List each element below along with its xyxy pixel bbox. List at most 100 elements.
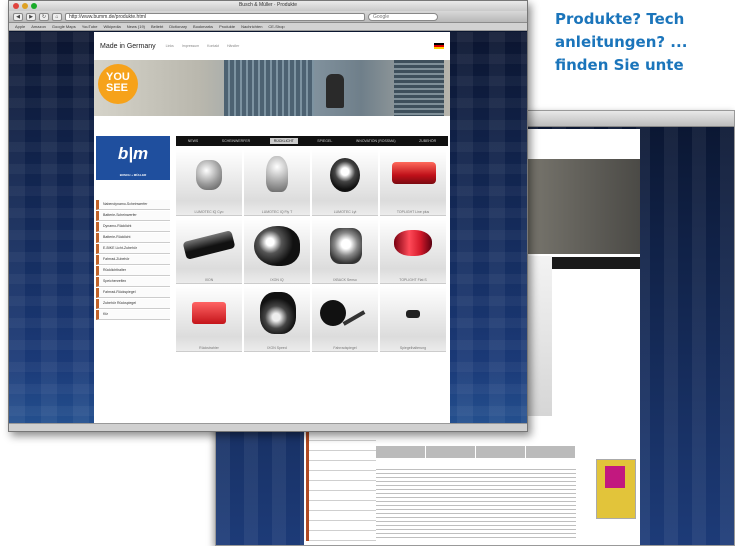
sidebar-item[interactable]: Zubehör Rückspiegel bbox=[96, 299, 170, 309]
category-tab[interactable]: ZUBEHÖR bbox=[415, 138, 440, 144]
page-background: Made in Germany Links Impressum Kontakt … bbox=[9, 32, 527, 425]
product-label: LUMOTEC IQ Fly T bbox=[261, 210, 293, 214]
bookmark-item[interactable]: Produkte bbox=[219, 24, 235, 29]
product-tile[interactable]: Fahrradspiegel bbox=[312, 286, 378, 352]
taillight-icon bbox=[392, 162, 436, 184]
tab[interactable] bbox=[376, 446, 426, 458]
top-nav-link[interactable]: Links bbox=[166, 44, 174, 48]
site-header: Made in Germany Links Impressum Kontakt … bbox=[94, 32, 450, 60]
top-nav-link[interactable]: Impressum bbox=[182, 44, 199, 48]
sidebar-item[interactable]: E-BIKE Licht-Zubehör bbox=[96, 244, 170, 254]
product-label: Rückstrahler bbox=[199, 346, 219, 350]
headlight-icon bbox=[254, 226, 300, 266]
bookmarks-bar: Apple Amazon Google Maps YouTube Wikiped… bbox=[9, 23, 527, 31]
bookmark-item[interactable]: Amazon bbox=[31, 24, 46, 29]
product-label: LUMOTEC IQ Cyo bbox=[194, 210, 224, 214]
second-window-sidebar bbox=[306, 421, 376, 541]
address-bar[interactable]: http://www.bumm.de/produkte.html bbox=[65, 12, 365, 21]
brand-logo[interactable]: b|m BUSCH + MÜLLER bbox=[96, 136, 170, 180]
bookmark-item[interactable]: Wikipedia bbox=[103, 24, 120, 29]
headlight-icon bbox=[330, 228, 362, 264]
mirror-arm-icon bbox=[342, 310, 366, 326]
sidebar-item[interactable]: Dynamo-Rücklicht bbox=[96, 222, 170, 232]
product-tile[interactable]: TOPLIGHT Line plus bbox=[380, 150, 446, 216]
reload-button[interactable]: ↻ bbox=[39, 12, 49, 21]
you-see-badge: YOU SEE bbox=[98, 64, 138, 104]
sidebar-item[interactable]: Nabendynamo-Scheinwerfer bbox=[96, 200, 170, 210]
bookmark-item[interactable]: Dictionary bbox=[169, 24, 187, 29]
category-tab[interactable]: NEWS bbox=[184, 138, 203, 144]
caption-line-1: Produkte? Tech bbox=[555, 10, 685, 28]
product-label: TOPLIGHT Flat S bbox=[399, 278, 427, 282]
product-tile[interactable]: LUMOTEC Lyt bbox=[312, 150, 378, 216]
top-nav: Links Impressum Kontakt Händler bbox=[166, 44, 240, 48]
headlight-icon bbox=[182, 230, 236, 260]
product-label: IXON IQ bbox=[270, 278, 284, 282]
headlight-icon bbox=[196, 160, 222, 190]
product-tile[interactable]: Spiegelhalterung bbox=[380, 286, 446, 352]
bookmark-item[interactable]: Beliebt bbox=[151, 24, 163, 29]
sidebar-menu: Nabendynamo-Scheinwerfer Batterie-Schein… bbox=[96, 200, 170, 321]
category-tab[interactable]: SCHEINWERFER bbox=[218, 138, 254, 144]
made-in-germany-label: Made in Germany bbox=[100, 42, 156, 50]
category-tab-active[interactable]: RÜCKLICHT bbox=[269, 138, 298, 144]
product-tile[interactable]: TOPLIGHT Flat S bbox=[380, 218, 446, 284]
taillight-icon bbox=[394, 230, 432, 256]
caption: Produkte? Tech anleitungen? ... finden S… bbox=[555, 8, 735, 77]
product-tile[interactable]: IXBACK Senso bbox=[312, 218, 378, 284]
sidebar-item[interactable]: Fahrrad-Rückspiegel bbox=[96, 288, 170, 298]
german-flag-icon[interactable] bbox=[434, 43, 444, 49]
bookmark-item[interactable]: Google Maps bbox=[52, 24, 76, 29]
product-tile[interactable]: Rückstrahler bbox=[176, 286, 242, 352]
product-tile[interactable]: LUMOTEC IQ Cyo bbox=[176, 150, 242, 216]
headlight-icon bbox=[330, 158, 360, 192]
sidebar-item[interactable]: Batterie-Rücklicht bbox=[96, 233, 170, 243]
product-tile[interactable]: IXON IQ bbox=[244, 218, 310, 284]
sidebar-item[interactable]: Speichenreflex bbox=[96, 277, 170, 287]
website-page: Made in Germany Links Impressum Kontakt … bbox=[94, 32, 450, 425]
category-tab[interactable]: SPIEGEL bbox=[313, 138, 336, 144]
headlight-icon bbox=[266, 156, 288, 192]
browser-window: Busch & Müller · Produkte ◀ ▶ ↻ ⌂ http:/… bbox=[8, 0, 528, 432]
product-label: Fahrradspiegel bbox=[333, 346, 357, 350]
product-label: TOPLIGHT Line plus bbox=[396, 210, 430, 214]
bookmark-item[interactable]: Bookmarks bbox=[193, 24, 213, 29]
hero-banner: YOU SEE bbox=[94, 60, 450, 116]
sidebar-item[interactable]: Batterie-Scheinwerfer bbox=[96, 211, 170, 221]
sidebar-item[interactable]: Rücklichthalter bbox=[96, 266, 170, 276]
bookmark-item[interactable]: News (19) bbox=[127, 24, 145, 29]
tab[interactable] bbox=[476, 446, 526, 458]
top-nav-link[interactable]: Händler bbox=[227, 44, 239, 48]
category-tab[interactable]: INNOVATION (ROSSMA) bbox=[352, 138, 400, 144]
product-tile[interactable]: IXON Speed bbox=[244, 286, 310, 352]
building-image bbox=[224, 60, 314, 116]
back-button[interactable]: ◀ bbox=[13, 12, 23, 21]
tab[interactable] bbox=[426, 446, 476, 458]
sidebar-item[interactable]: Kfz bbox=[96, 310, 170, 320]
bookmark-item[interactable]: Nachrichten bbox=[241, 24, 262, 29]
caption-line-2: anleitungen? ... bbox=[555, 33, 688, 51]
product-label: IXBACK Senso bbox=[333, 278, 357, 282]
bookmark-item[interactable]: Apple bbox=[15, 24, 25, 29]
caption-line-3: finden Sie unte bbox=[555, 56, 684, 74]
top-nav-link[interactable]: Kontakt bbox=[207, 44, 219, 48]
product-label: IXON Speed bbox=[267, 346, 287, 350]
mount-icon bbox=[406, 310, 420, 318]
product-label: Spiegelhalterung bbox=[399, 346, 427, 350]
product-tile[interactable]: LUMOTEC IQ Fly T bbox=[244, 150, 310, 216]
tab[interactable] bbox=[526, 446, 576, 458]
bookmark-item[interactable]: YouTube bbox=[82, 24, 98, 29]
product-packaging-image bbox=[596, 459, 636, 519]
bookmark-item[interactable]: CE-Shop bbox=[268, 24, 284, 29]
search-field[interactable]: Google bbox=[368, 12, 438, 21]
product-label: LUMOTEC Lyt bbox=[333, 210, 357, 214]
cyclist-image bbox=[326, 74, 344, 108]
second-window-tabs[interactable] bbox=[376, 446, 576, 458]
home-button[interactable]: ⌂ bbox=[52, 12, 62, 21]
badge-line-2: SEE bbox=[106, 82, 129, 94]
sidebar-item[interactable]: Fahrrad-Zubehör bbox=[96, 255, 170, 265]
headlight-icon bbox=[260, 292, 296, 334]
product-grid: LUMOTEC IQ Cyo LUMOTEC IQ Fly T LUMOTEC … bbox=[176, 150, 448, 352]
product-tile[interactable]: IXON bbox=[176, 218, 242, 284]
forward-button[interactable]: ▶ bbox=[26, 12, 36, 21]
